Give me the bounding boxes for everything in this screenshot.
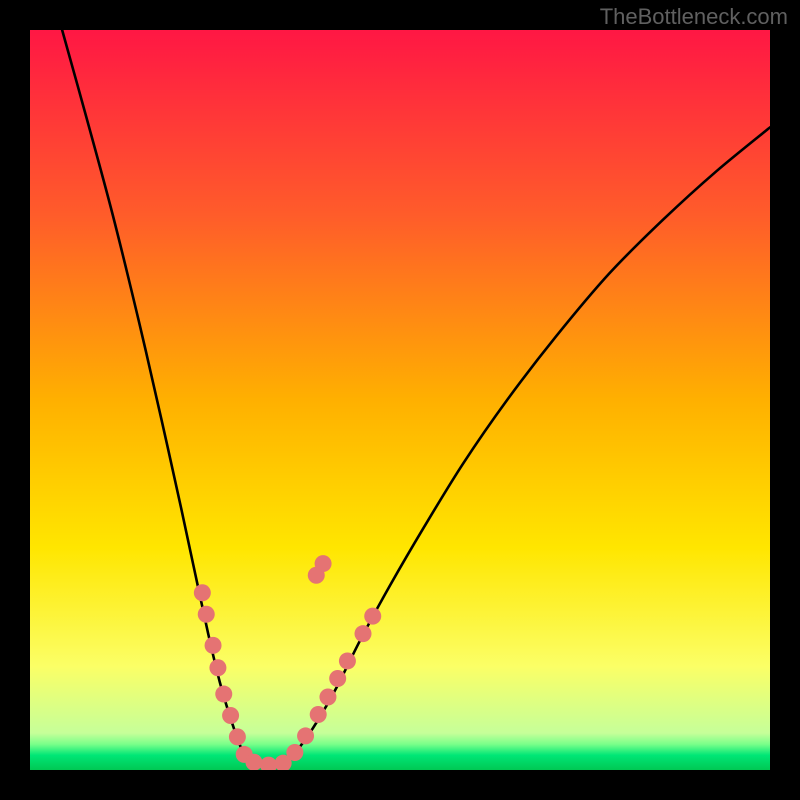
data-marker [194,584,211,601]
chart-svg [0,0,800,800]
data-marker [229,728,246,745]
data-marker [205,637,222,654]
data-marker [364,608,381,625]
data-marker [315,555,332,572]
data-marker [339,652,356,669]
data-marker [209,659,226,676]
chart-container: TheBottleneck.com [0,0,800,800]
frame-bottom [0,770,800,800]
data-marker [215,686,232,703]
watermark-text: TheBottleneck.com [600,4,788,30]
frame-left [0,0,30,800]
plot-background [30,30,770,770]
data-marker [198,606,215,623]
data-marker [286,744,303,761]
data-marker [310,706,327,723]
data-marker [355,625,372,642]
frame-right [770,0,800,800]
data-marker [329,670,346,687]
data-marker [319,688,336,705]
data-marker [222,707,239,724]
data-marker [297,727,314,744]
data-marker [245,754,262,771]
